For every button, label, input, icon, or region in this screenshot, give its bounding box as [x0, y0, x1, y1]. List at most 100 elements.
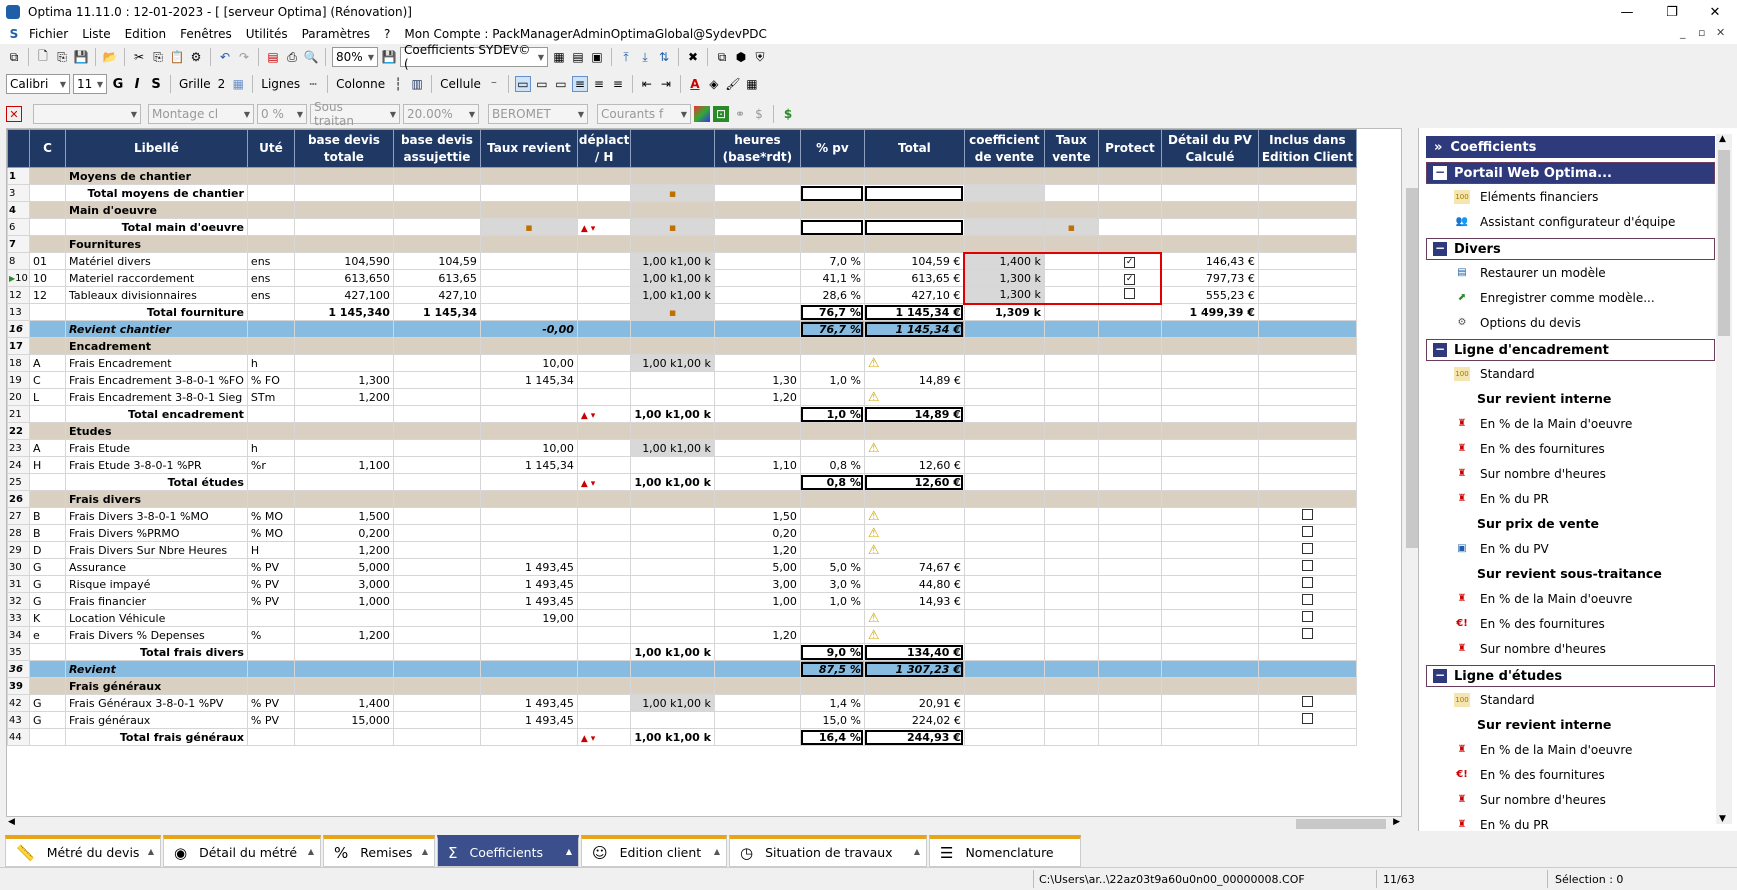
coefficients-select[interactable]: Coefficients SYDEV© (▼ — [400, 43, 548, 71]
cell[interactable]: 427,10 — [392, 286, 481, 304]
cell[interactable] — [1097, 490, 1162, 508]
cell[interactable]: 5,000 — [293, 558, 394, 576]
cell[interactable] — [576, 507, 632, 525]
cell[interactable]: h — [246, 439, 295, 457]
cell[interactable]: ▲ ▾ — [576, 218, 632, 236]
cell[interactable]: 15,0 % — [799, 711, 865, 729]
cell[interactable] — [1160, 456, 1259, 474]
cell[interactable] — [29, 337, 66, 355]
cell[interactable] — [863, 490, 965, 508]
cell[interactable] — [576, 677, 632, 695]
cell[interactable] — [392, 337, 481, 355]
italic-button[interactable]: I — [129, 76, 145, 92]
table-row[interactable]: 13 Total fourniture 1 145,340 1 145,34 ▪ 76,7… — [7, 303, 1357, 321]
border-top-icon[interactable]: ▭ — [514, 76, 531, 92]
cell[interactable] — [246, 728, 295, 746]
cell[interactable] — [1257, 643, 1357, 661]
cell[interactable] — [1160, 337, 1259, 355]
cell[interactable] — [392, 184, 481, 202]
courants-combo[interactable]: Courants f ▼ — [597, 104, 691, 124]
cell[interactable]: 104,59 — [392, 252, 481, 270]
cell[interactable] — [963, 456, 1045, 474]
cell[interactable] — [630, 490, 715, 508]
enregistrer-modele-link[interactable]: ⬈ Enregistrer comme modèle... — [1419, 285, 1737, 310]
cell[interactable] — [479, 660, 578, 678]
cell[interactable]: Frais Etude 3-8-0-1 %PR — [65, 456, 248, 474]
cell[interactable] — [479, 167, 578, 185]
fill-color-icon[interactable]: ◈ — [706, 76, 722, 92]
enc-standard-link[interactable]: 100 Standard — [1419, 361, 1737, 386]
cell[interactable]: Main d'oeuvre — [65, 201, 248, 219]
cell[interactable]: 41,1 % — [799, 269, 865, 287]
vehicle-dropdown-icon[interactable]: ▲ ▾ — [581, 411, 595, 421]
cell[interactable]: % PV — [246, 711, 295, 729]
shield-icon[interactable]: ⛨ — [752, 49, 768, 65]
cell[interactable]: -0,00 — [479, 320, 578, 338]
cell[interactable]: 3,0 % — [799, 575, 865, 593]
cell[interactable] — [29, 218, 66, 236]
cell[interactable]: ▲ ▾ — [576, 728, 632, 746]
column-header[interactable]: heures (base*rdt) — [713, 129, 801, 168]
cell[interactable] — [293, 677, 394, 695]
cell[interactable] — [963, 524, 1045, 542]
cell[interactable] — [293, 439, 394, 457]
cell[interactable]: 12,60 € — [863, 456, 965, 474]
cell[interactable] — [392, 507, 481, 525]
cell[interactable] — [1160, 235, 1259, 253]
cell[interactable]: Total encadrement — [65, 405, 248, 423]
cell[interactable] — [963, 473, 1045, 491]
cell[interactable] — [1097, 388, 1162, 406]
cell[interactable] — [1160, 677, 1259, 695]
cell[interactable] — [1160, 626, 1259, 644]
cell[interactable] — [1257, 303, 1357, 321]
cell[interactable] — [392, 575, 481, 593]
cell[interactable] — [1257, 592, 1357, 610]
table-row[interactable]: 42 G Frais Généraux 3-8-0-1 %PV % PV 1,400 1 … — [7, 694, 1357, 712]
cell[interactable] — [1257, 626, 1357, 644]
etudes-header[interactable]: − Ligne d'études — [1426, 665, 1715, 687]
cell[interactable]: ⚠ — [863, 524, 965, 542]
cell[interactable] — [799, 541, 865, 559]
cell[interactable] — [1097, 235, 1162, 253]
detail-icon[interactable]: ▪ — [669, 221, 676, 234]
cell[interactable]: 7,0 % — [799, 252, 865, 270]
vehicle-dropdown-icon[interactable]: ▲ ▾ — [581, 224, 595, 234]
outdent-icon[interactable]: ⇤ — [639, 76, 655, 92]
cell[interactable] — [1043, 405, 1099, 423]
menu-fichier[interactable]: Fichier — [22, 27, 75, 41]
cell[interactable] — [713, 711, 801, 729]
print-preview-icon[interactable]: 🔍 — [303, 49, 319, 65]
cell[interactable] — [576, 660, 632, 678]
table-row[interactable]: 19 C Frais Encadrement 3-8-0-1 %FO % FO 1,30… — [7, 371, 1357, 389]
cell[interactable]: 10,00 — [479, 439, 578, 457]
cell[interactable] — [392, 201, 481, 219]
cell[interactable]: 0,20 — [713, 524, 801, 542]
cell[interactable] — [576, 558, 632, 576]
cell[interactable]: 1 145,34 € — [863, 320, 965, 338]
cell[interactable] — [1043, 320, 1099, 338]
cell[interactable] — [963, 405, 1045, 423]
cell[interactable] — [713, 643, 801, 661]
cell[interactable] — [863, 184, 965, 202]
print-icon[interactable]: ⎙ — [284, 49, 300, 65]
cell[interactable] — [392, 218, 481, 236]
cell[interactable] — [799, 218, 865, 236]
cell[interactable] — [630, 558, 715, 576]
cell[interactable] — [630, 660, 715, 678]
cell[interactable] — [863, 235, 965, 253]
cell[interactable] — [1160, 439, 1259, 457]
cell[interactable] — [1257, 371, 1357, 389]
network-icon[interactable]: ⬢ — [733, 49, 749, 65]
table-row[interactable]: 32 G Frais financier % PV 1,000 1 493,45 1,00 1… — [7, 592, 1357, 610]
cell[interactable] — [1043, 303, 1099, 321]
panel-scrollbar[interactable]: ▲ ▼ — [1716, 134, 1732, 824]
cell[interactable] — [1097, 167, 1162, 185]
tab-nomenclature[interactable]: ☰ Nomenclature — [929, 835, 1081, 867]
cell[interactable]: 1,20 — [713, 388, 801, 406]
table-row[interactable]: 22 Etudes — [7, 422, 1357, 440]
cell[interactable] — [1043, 490, 1099, 508]
column-config-icon[interactable]: ▥ — [409, 76, 425, 92]
cell[interactable] — [713, 677, 801, 695]
cell[interactable] — [246, 490, 295, 508]
cell[interactable]: % MO — [246, 524, 295, 542]
